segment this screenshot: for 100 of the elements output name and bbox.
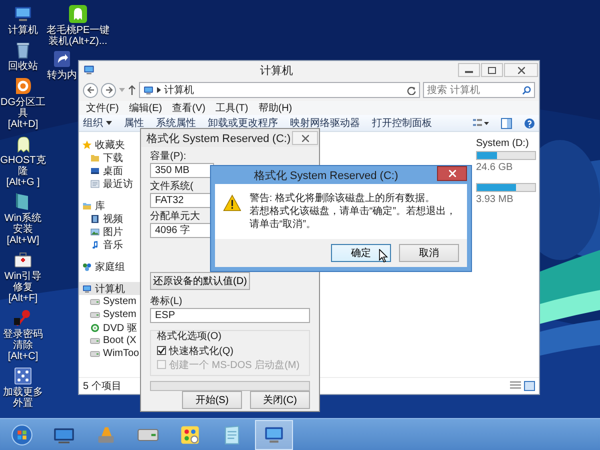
menu-item[interactable]: 查看(V) — [167, 101, 210, 115]
minimize-button[interactable] — [458, 63, 480, 77]
mouse-pointer-icon — [379, 249, 388, 263]
close-button[interactable] — [437, 166, 467, 181]
toolbar-command[interactable]: 组织 — [83, 116, 112, 130]
toolbar-command[interactable]: 卸载或更改程序 — [208, 116, 278, 130]
nav-item[interactable]: 最近访 — [79, 177, 149, 190]
start-orb-icon — [11, 424, 33, 446]
up-arrow-icon[interactable] — [128, 85, 136, 95]
nav-item[interactable]: 图片 — [79, 225, 149, 238]
restore-defaults-button[interactable]: 还原设备的默认值(D) — [150, 272, 250, 290]
icon-label: 加载更多外置 — [2, 387, 44, 409]
icon-label: 转为内 — [47, 70, 77, 81]
hotkey-label: [Alt+D] — [8, 119, 38, 130]
nav-item[interactable]: 音乐 — [79, 238, 149, 251]
shortcut-icon[interactable] — [52, 49, 72, 69]
field-label: 文件系统( — [150, 181, 194, 193]
back-arrow-icon — [86, 86, 94, 94]
computer-icon — [83, 64, 95, 76]
network-icon — [82, 262, 92, 272]
nav-item[interactable]: 桌面 — [79, 164, 149, 177]
dialog-button[interactable]: 确定 — [331, 244, 391, 262]
maximize-icon — [488, 66, 496, 74]
status-text: 5 个项目 — [83, 380, 122, 393]
message-text: 警告: 格式化将删除该磁盘上的所有数据。 — [249, 192, 436, 205]
grid-icon[interactable] — [13, 366, 33, 386]
dialog-button[interactable]: 开始(S) — [182, 391, 242, 409]
drive-icon — [90, 336, 100, 346]
music-icon — [90, 240, 100, 250]
address-bar[interactable]: 计算机 — [139, 82, 420, 98]
menu-item[interactable]: 工具(T) — [210, 101, 254, 115]
tiles-view-icon[interactable] — [524, 381, 535, 391]
dropdown[interactable]: 350 MB — [150, 163, 214, 178]
toolbar-command[interactable]: 打开控制面板 — [372, 116, 432, 130]
menu-item[interactable]: 文件(F) — [81, 101, 124, 115]
toolbar-command[interactable]: 映射网络驱动器 — [290, 116, 360, 130]
icon-label: 回收站 — [8, 61, 38, 72]
refresh-icon[interactable] — [407, 86, 416, 94]
folder-icon — [82, 200, 92, 210]
breadcrumb-item[interactable]: 计算机 — [164, 83, 404, 97]
close-button[interactable] — [504, 63, 538, 77]
back-button[interactable] — [83, 82, 98, 98]
computer-icon[interactable] — [13, 4, 33, 24]
icon-label: GHOST克隆 — [0, 155, 46, 177]
drive-space: 3.93 MB — [476, 194, 514, 205]
dialog-title: 格式化 System Reserved (C:) — [145, 132, 292, 146]
menu-item[interactable]: 帮助(H) — [253, 101, 298, 115]
nav-item[interactable]: 家庭组 — [79, 260, 149, 273]
computer-icon — [82, 284, 92, 294]
field-label: 卷标(L) — [150, 296, 182, 308]
dialog-button[interactable]: 关闭(C) — [250, 391, 310, 409]
search-field[interactable]: 搜索 计算机 — [423, 82, 535, 98]
toolbox-icon[interactable] — [13, 250, 33, 270]
computer-icon — [143, 84, 154, 96]
desktop-icon — [90, 166, 100, 176]
window-title: 计算机 — [259, 64, 294, 78]
nav-item[interactable]: 视频 — [79, 212, 149, 225]
dialog-title: 格式化 System Reserved (C:) — [252, 168, 400, 182]
drive-icon — [90, 296, 100, 306]
nav-item[interactable]: 库 — [79, 199, 149, 212]
toolbar-command[interactable]: 系统属性 — [156, 116, 196, 130]
view-options-icon[interactable] — [473, 118, 489, 128]
hotkey-label: [Alt+C] — [8, 351, 38, 362]
icon-label: Win系统安装 — [3, 213, 43, 235]
forward-button[interactable] — [101, 82, 116, 98]
toolbar-command[interactable]: 属性 — [124, 116, 144, 130]
field-label: 分配单元大 — [150, 211, 200, 223]
group-title: 格式化选项(O) — [157, 331, 222, 343]
icon-label: DG分区工具 — [0, 97, 46, 119]
hotkey-label: [Alt+F] — [8, 293, 38, 304]
checkbox-option[interactable]: 快速格式化(Q) — [157, 344, 303, 357]
icon-label: 计算机 — [8, 25, 38, 36]
drive-icon — [90, 310, 100, 320]
disc-icon — [90, 322, 100, 332]
drive-name: System (D:) — [476, 138, 530, 149]
chevron-icon — [157, 87, 161, 93]
close-icon — [518, 66, 524, 74]
app-icon[interactable] — [68, 4, 88, 24]
nav-item[interactable]: 下载 — [79, 151, 149, 164]
forward-arrow-icon — [104, 86, 112, 94]
details-view-icon[interactable] — [510, 381, 521, 391]
key-icon[interactable] — [13, 308, 33, 328]
maximize-button[interactable] — [481, 63, 503, 77]
preview-pane-icon[interactable] — [501, 118, 512, 128]
message-text: 若想格式化该磁盘，请单击“确定”。若想退出，请单击“取消”。 — [249, 205, 458, 231]
palette-icon — [179, 424, 201, 446]
help-icon[interactable] — [524, 118, 535, 128]
dialog-button[interactable]: 取消 — [399, 244, 459, 262]
search-icon — [522, 86, 531, 95]
usage-bar — [476, 151, 536, 160]
close-button[interactable] — [292, 131, 318, 145]
usage-bar — [476, 183, 536, 192]
menu-item[interactable]: 编辑(E) — [124, 101, 168, 115]
image-icon — [90, 226, 100, 236]
checkbox[interactable] — [157, 346, 166, 355]
drive-icon — [90, 348, 100, 358]
taskbar-button[interactable] — [255, 420, 293, 450]
folder-icon — [90, 152, 100, 162]
volume-label-field[interactable]: ESP — [150, 308, 310, 323]
close-icon — [448, 170, 456, 177]
